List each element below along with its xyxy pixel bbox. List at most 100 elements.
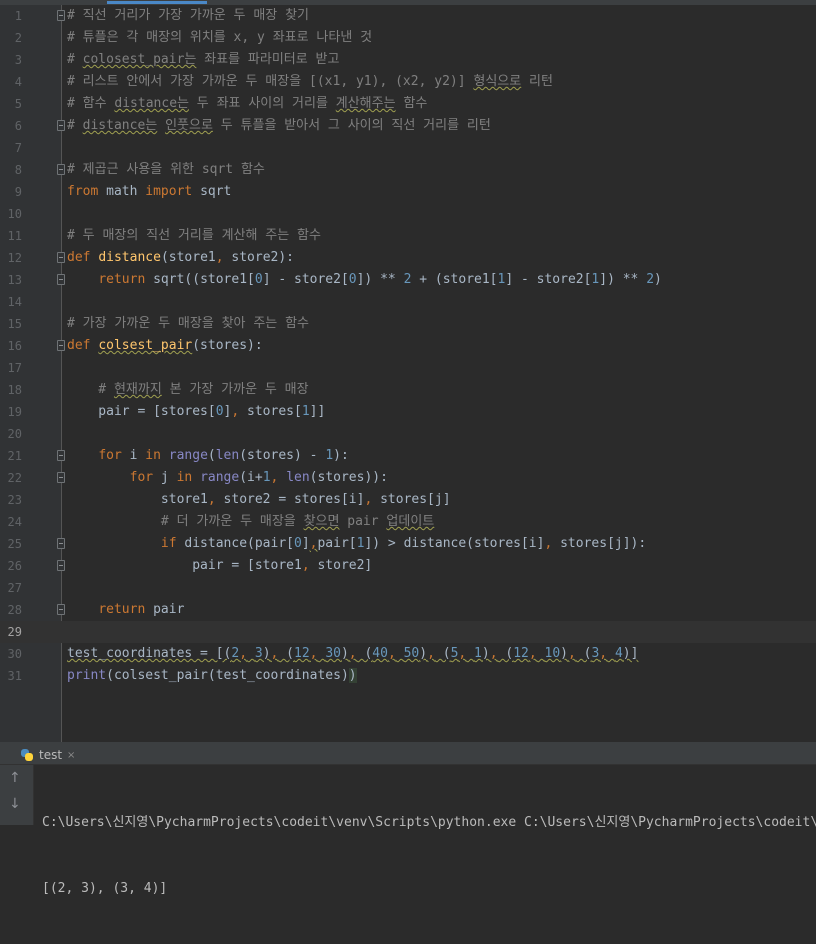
code-text: return sqrt((store1[0] - store2[0]) ** 2… [67, 269, 662, 291]
code-token: 10 [544, 646, 561, 661]
code-token: pair [145, 602, 185, 617]
code-line[interactable]: 28 return pair [0, 599, 816, 621]
code-line[interactable]: 7 [0, 137, 816, 159]
code-token: (store1 [160, 250, 216, 265]
code-editor[interactable]: 1 # 직선 거리가 가장 가까운 두 매장 찾기 2 # 튜플은 각 매장의 위치를… [0, 0, 816, 742]
code-token: range [200, 470, 240, 485]
line-number: 3 [14, 53, 22, 67]
close-icon[interactable]: × [67, 750, 75, 761]
fold-marker-icon[interactable] [57, 450, 65, 461]
fold-marker-icon[interactable] [57, 10, 65, 21]
code-line[interactable]: 26 pair = [store1, store2] [0, 555, 816, 577]
code-text: # 제곱근 사용을 위한 sqrt 함수 [67, 159, 265, 181]
console-line-command: C:\Users\신지영\PycharmProjects\codeit\venv… [42, 815, 816, 830]
line-number: 2 [14, 31, 22, 45]
code-line[interactable]: 22 for j in range(i+1, len(stores)): [0, 467, 816, 489]
fold-marker-icon[interactable] [57, 472, 65, 483]
code-line[interactable]: 17 [0, 357, 816, 379]
code-line[interactable]: 21 for i in range(len(stores) - 1): [0, 445, 816, 467]
code-token: , [599, 646, 608, 661]
line-number: 9 [14, 185, 22, 199]
arrow-up-icon[interactable]: ↑ [9, 770, 21, 786]
code-line[interactable]: 9 from math import sqrt [0, 181, 816, 203]
code-token: test_coordinates = [( [67, 646, 232, 661]
code-line[interactable]: 31 print(colsest_pair(test_coordinates)) [0, 665, 816, 687]
code-token: distance [98, 250, 161, 265]
code-token: + (store1[ [411, 272, 498, 287]
code-line[interactable]: 25 if distance(pair[0],pair[1]) > distan… [0, 533, 816, 555]
code-line[interactable]: 15 # 가장 가까운 두 매장을 찾아 주는 함수 [0, 313, 816, 335]
code-line[interactable]: 16 def colsest_pair(stores): [0, 335, 816, 357]
code-token: 0 [348, 272, 357, 287]
code-token: pair[ [317, 536, 357, 551]
code-token: if [160, 536, 177, 551]
code-line[interactable]: 29 [0, 621, 816, 643]
code-token: 계산해주는 [335, 96, 396, 111]
code-text: # 함수 distance는 두 좌표 사이의 거리를 계산해주는 함수 [67, 93, 427, 115]
code-token: 1 [301, 404, 310, 419]
code-line[interactable]: 3 # colosest_pair는 좌표를 파라미터로 받고 [0, 49, 816, 71]
code-token: (colsest_pair(test_coordinates) [106, 668, 349, 683]
console-output[interactable]: C:\Users\신지영\PycharmProjects\codeit\venv… [42, 768, 816, 944]
code-token: ( [356, 646, 373, 661]
line-number: 22 [7, 471, 22, 485]
fold-marker-icon[interactable] [57, 560, 65, 571]
code-token: 업데이트 [386, 514, 435, 529]
code-line[interactable]: 19 pair = [stores[0], stores[1]] [0, 401, 816, 423]
code-token: j [153, 470, 177, 485]
code-token: ) [560, 646, 568, 661]
code-line[interactable]: 2 # 튜플은 각 매장의 위치를 x, y 좌표로 나타낸 것 [0, 27, 816, 49]
code-token: return [98, 602, 146, 617]
code-line[interactable]: 23 store1, store2 = stores[i], stores[j] [0, 489, 816, 511]
code-line[interactable]: 1 # 직선 거리가 가장 가까운 두 매장 찾기 [0, 5, 816, 27]
code-token: (stores) - [239, 448, 326, 463]
code-token: def [67, 338, 91, 353]
code-token: , [207, 492, 216, 507]
code-token: distance는 [114, 96, 189, 111]
run-tab-label: test [39, 748, 63, 762]
code-line[interactable]: 27 [0, 577, 816, 599]
code-line[interactable]: 6 # distance는 인풋으로 두 튜플을 받아서 그 사이의 직선 거리를… [0, 115, 816, 137]
line-number: 21 [7, 449, 22, 463]
code-line[interactable]: 30 test_coordinates = [(2, 3), (12, 30), … [0, 643, 816, 665]
fold-marker-icon[interactable] [57, 604, 65, 615]
code-area[interactable]: 1 # 직선 거리가 가장 가까운 두 매장 찾기 2 # 튜플은 각 매장의 위치를… [0, 5, 816, 687]
line-number: 26 [7, 559, 22, 573]
fold-marker-icon[interactable] [57, 538, 65, 549]
fold-marker-icon[interactable] [57, 120, 65, 131]
arrow-down-icon[interactable]: ↓ [9, 796, 21, 812]
fold-marker-icon[interactable] [57, 274, 65, 285]
fold-marker-icon[interactable] [57, 252, 65, 263]
code-token: 0 [293, 536, 302, 551]
code-token: 1 [474, 646, 482, 661]
code-line[interactable]: 8 # 제곱근 사용을 위한 sqrt 함수 [0, 159, 816, 181]
code-token: ( [575, 646, 592, 661]
code-line[interactable]: 14 [0, 291, 816, 313]
code-line[interactable]: 13 return sqrt((store1[0] - store2[0]) *… [0, 269, 816, 291]
python-icon [20, 748, 34, 762]
code-line[interactable]: 20 [0, 423, 816, 445]
code-line[interactable]: 4 # 리스트 안에서 가장 가까운 두 매장을 [(x1, y1), (x2, … [0, 71, 816, 93]
active-tab-indicator [107, 1, 207, 4]
code-token: stores[ [239, 404, 302, 419]
fold-marker-icon[interactable] [57, 340, 65, 351]
code-token: stores[j] [372, 492, 451, 507]
fold-marker-icon[interactable] [57, 164, 65, 175]
line-number: 15 [7, 317, 22, 331]
code-text: from math import sqrt [67, 181, 231, 203]
run-tab-test[interactable]: test × [20, 746, 75, 764]
code-line[interactable]: 12 def distance(store1, store2): [0, 247, 816, 269]
code-line[interactable]: 11 # 두 매장의 직선 거리를 계산해 주는 함수 [0, 225, 816, 247]
line-number: 11 [7, 229, 22, 243]
code-line[interactable]: 18 # 현재까지 본 가장 가까운 두 매장 [0, 379, 816, 401]
code-token: math [98, 184, 146, 199]
code-line[interactable]: 5 # 함수 distance는 두 좌표 사이의 거리를 계산해주는 함수 [0, 93, 816, 115]
code-line[interactable]: 24 # 더 가까운 두 매장을 찾으면 pair 업데이트 [0, 511, 816, 533]
code-line[interactable]: 10 [0, 203, 816, 225]
